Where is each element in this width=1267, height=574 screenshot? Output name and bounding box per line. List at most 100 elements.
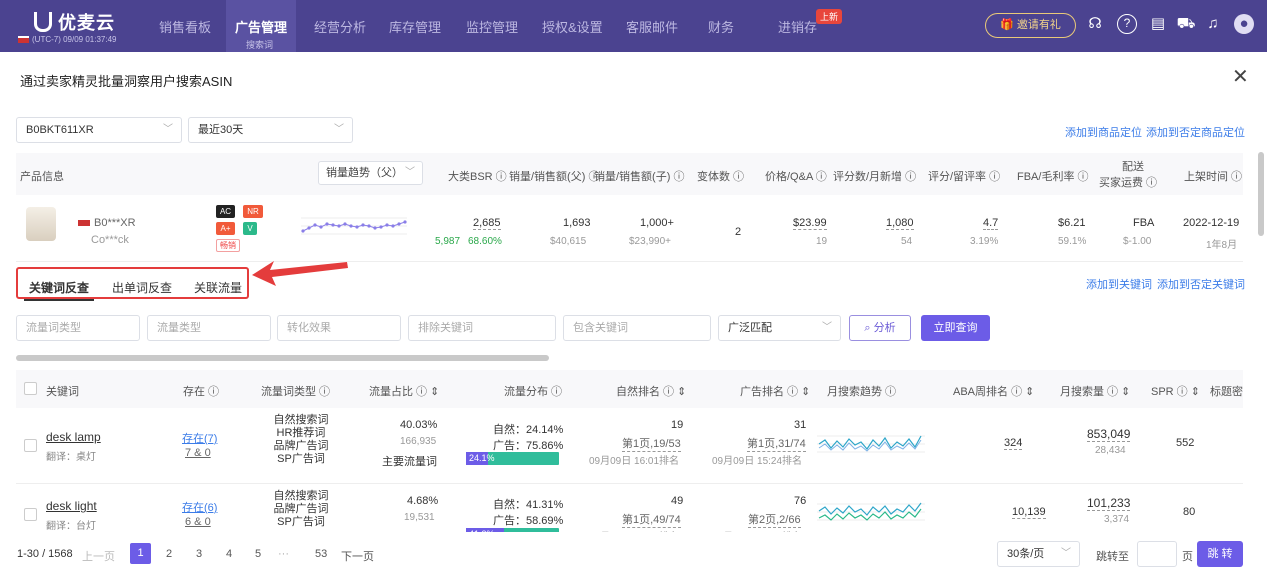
aba-rank[interactable]: 324 bbox=[1004, 437, 1023, 450]
add-to-keyword-link[interactable]: 添加到关键词 bbox=[1086, 276, 1152, 292]
natural-share: 自然：41.31% bbox=[493, 499, 564, 511]
keyword-translation: 翻译：台灯 bbox=[46, 521, 96, 532]
aba-rank[interactable]: 10,139 bbox=[1012, 506, 1046, 519]
row-checkbox[interactable] bbox=[24, 439, 37, 452]
keyword-link[interactable]: desk light bbox=[46, 499, 97, 513]
invite-button[interactable]: 🎁 邀请有礼 bbox=[985, 13, 1076, 38]
row-checkbox[interactable] bbox=[24, 508, 37, 521]
ad-share: 广告：75.86% bbox=[493, 440, 564, 452]
keyword-type-filter[interactable]: 流量词类型 bbox=[16, 315, 140, 341]
prev-page-button[interactable]: 上一页 bbox=[82, 548, 115, 564]
ad-rank-page[interactable]: 第1页,31/74 bbox=[747, 435, 806, 452]
margin-value: 59.1% bbox=[1058, 236, 1087, 247]
natural-rank-page[interactable]: 第1页,19/53 bbox=[622, 435, 681, 452]
nav-finance[interactable]: 财务 bbox=[708, 17, 734, 36]
rating-value[interactable]: 4.7 bbox=[983, 217, 999, 230]
ad-share: 广告：58.69% bbox=[493, 515, 564, 527]
col-bsr: 大类BSR ⓘ bbox=[448, 171, 507, 183]
revenue-parent-value: $40,615 bbox=[550, 236, 587, 247]
exist-sub[interactable]: 7 & 0 bbox=[185, 447, 211, 459]
conversion-filter[interactable]: 转化效果 bbox=[277, 315, 401, 341]
top-navbar: 优麦云 (UTC-7) 09/09 01:37:49 销售看板 广告管理 搜索词… bbox=[0, 0, 1267, 52]
tab-keyword-reverse[interactable]: 关键词反查 bbox=[24, 275, 94, 301]
page-button[interactable]: 5 bbox=[255, 548, 261, 560]
bsr-value[interactable]: 2,685 bbox=[473, 217, 501, 230]
close-icon[interactable]: ✕ bbox=[1232, 67, 1249, 87]
keyword-link[interactable]: desk lamp bbox=[46, 430, 101, 444]
asin-select[interactable]: B0BKT611XR ﹀ bbox=[16, 117, 182, 143]
product-image[interactable] bbox=[26, 207, 56, 241]
cart-icon[interactable]: ⛟ bbox=[1176, 14, 1196, 34]
sales-trend-select[interactable]: 销量趋势（父） ﹀ bbox=[318, 161, 423, 185]
page-button-active[interactable]: 1 bbox=[130, 543, 151, 564]
annotation-arrow bbox=[252, 261, 348, 286]
natural-rank: 49 bbox=[671, 495, 684, 507]
help-icon[interactable]: ? bbox=[1117, 14, 1137, 34]
per-page-select[interactable]: 30条/页 ﹀ bbox=[997, 541, 1080, 567]
price-value[interactable]: $23.99 bbox=[793, 217, 827, 230]
exist-link[interactable]: 存在(7) bbox=[182, 430, 217, 446]
analyze-icon: ⌕ bbox=[864, 322, 874, 334]
tag-bestseller: 畅销 bbox=[216, 239, 240, 252]
reviews-value[interactable]: 1,080 bbox=[886, 217, 914, 230]
nav-business-analysis[interactable]: 经营分析 bbox=[314, 17, 366, 36]
th-ad-rank[interactable]: 广告排名 ⓘ ⇕ bbox=[740, 383, 810, 399]
th-keyword: 关键词 bbox=[46, 386, 79, 398]
customer-service-icon[interactable]: ☊ bbox=[1085, 14, 1105, 34]
tab-order-keyword-reverse[interactable]: 出单词反查 bbox=[104, 275, 180, 301]
page-button[interactable]: 2 bbox=[166, 548, 172, 560]
th-monthly-volume[interactable]: 月搜索量 ⓘ ⇕ bbox=[1060, 383, 1130, 399]
add-to-negative-keyword-link[interactable]: 添加到否定关键词 bbox=[1157, 276, 1245, 292]
monthly-volume[interactable]: 853,049 bbox=[1087, 427, 1131, 442]
tab-related-traffic[interactable]: 关联流量 bbox=[188, 275, 248, 301]
keyword-type: 品牌广告词 bbox=[273, 503, 329, 515]
analyze-button[interactable]: ⌕ 分析 bbox=[849, 315, 911, 341]
add-to-negative-product-link[interactable]: 添加到否定商品定位 bbox=[1146, 124, 1245, 140]
include-keyword-input[interactable]: 包含关键词 bbox=[563, 315, 711, 341]
nav-purchase-sales-stock[interactable]: 进销存 bbox=[778, 17, 817, 36]
exist-link[interactable]: 存在(6) bbox=[182, 499, 217, 515]
jump-button[interactable]: 跳 转 bbox=[1197, 541, 1243, 567]
add-to-product-target-link[interactable]: 添加到商品定位 bbox=[1065, 124, 1142, 140]
product-asin[interactable]: B0***XR bbox=[78, 217, 136, 229]
th-natural-rank[interactable]: 自然排名 ⓘ ⇕ bbox=[616, 383, 686, 399]
th-exist: 存在 ⓘ bbox=[183, 386, 220, 398]
horizontal-scrollbar[interactable] bbox=[16, 355, 549, 361]
page-button[interactable]: 53 bbox=[315, 548, 327, 560]
page-ellipsis[interactable]: ··· bbox=[278, 548, 289, 560]
nav-auth-settings[interactable]: 授权&设置 bbox=[542, 17, 603, 36]
col-shipping: 配送 bbox=[1122, 161, 1144, 173]
message-icon[interactable]: ▤ bbox=[1148, 14, 1168, 34]
natural-rank-page[interactable]: 第1页,49/74 bbox=[622, 511, 681, 528]
th-spr[interactable]: SPR ⓘ ⇕ bbox=[1151, 383, 1200, 399]
th-aba-rank[interactable]: ABA周排名 ⓘ ⇕ bbox=[953, 383, 1034, 399]
page-button[interactable]: 4 bbox=[226, 548, 232, 560]
bell-icon[interactable]: ♫ bbox=[1203, 14, 1223, 34]
app-logo[interactable]: 优麦云 bbox=[34, 9, 115, 35]
th-traffic-share[interactable]: 流量占比 ⓘ ⇕ bbox=[369, 383, 439, 399]
query-button[interactable]: 立即查询 bbox=[921, 315, 990, 341]
nav-service-mail[interactable]: 客服邮件 bbox=[626, 17, 678, 36]
next-page-button[interactable]: 下一页 bbox=[341, 548, 374, 564]
exist-sub[interactable]: 6 & 0 bbox=[185, 516, 211, 528]
nav-monitor[interactable]: 监控管理 bbox=[466, 17, 518, 36]
nav-inventory[interactable]: 库存管理 bbox=[389, 17, 441, 36]
select-all-checkbox[interactable] bbox=[24, 382, 37, 395]
traffic-share-sub: 19,531 bbox=[404, 512, 435, 523]
us-flag-icon bbox=[78, 218, 90, 226]
nav-ad-management[interactable]: 广告管理 bbox=[235, 17, 287, 36]
goto-page-input[interactable] bbox=[1137, 541, 1177, 567]
vertical-scrollbar[interactable] bbox=[1258, 152, 1264, 236]
date-range-select[interactable]: 最近30天 ﹀ bbox=[188, 117, 353, 143]
col-listed: 上架时间 ⓘ bbox=[1184, 171, 1243, 183]
traffic-type-filter[interactable]: 流量类型 bbox=[147, 315, 271, 341]
ad-rank-page[interactable]: 第2页,2/66 bbox=[748, 511, 801, 528]
nav-sales-board[interactable]: 销售看板 bbox=[159, 17, 211, 36]
avatar[interactable]: ● bbox=[1234, 14, 1254, 34]
match-type-select[interactable]: 广泛匹配 ﹀ bbox=[718, 315, 841, 341]
page-button[interactable]: 3 bbox=[196, 548, 202, 560]
fba-value: $6.21 bbox=[1058, 217, 1086, 229]
bsr-percent: 68.60% bbox=[468, 236, 502, 247]
monthly-volume[interactable]: 101,233 bbox=[1087, 496, 1131, 511]
exclude-keyword-input[interactable]: 排除关键词 bbox=[408, 315, 556, 341]
